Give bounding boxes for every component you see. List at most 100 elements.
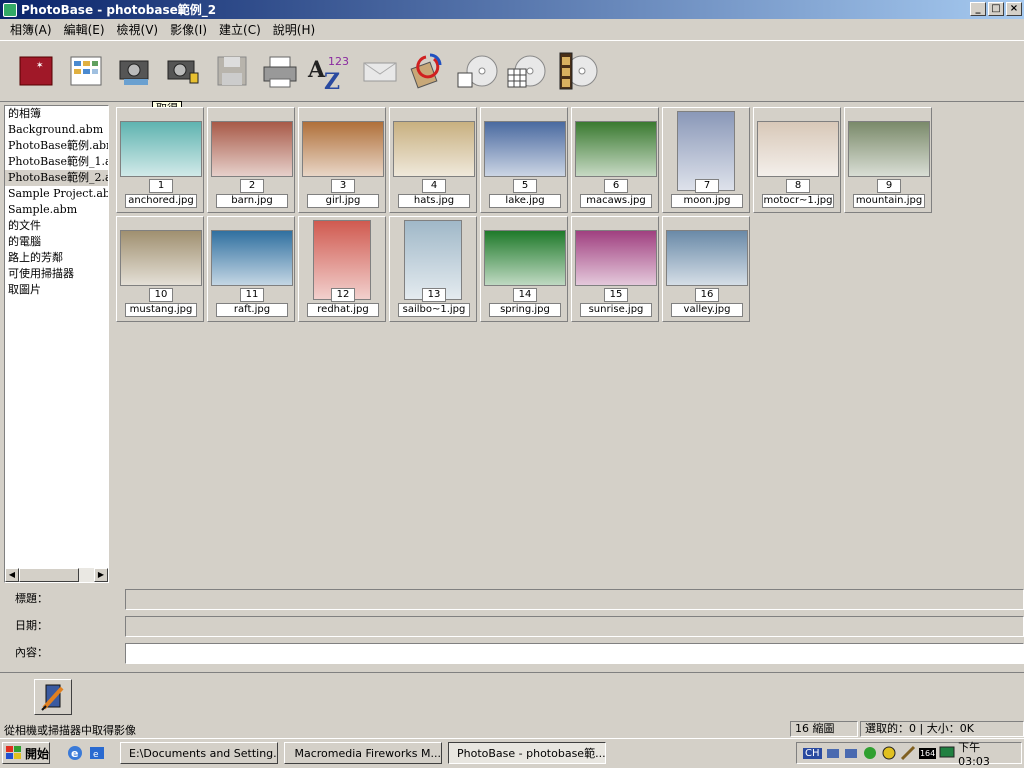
thumbnail-number: 10	[149, 288, 173, 302]
tree-item-network[interactable]: 路上的芳鄰	[5, 250, 108, 266]
thumbnail-cell[interactable]: 2 barn.jpg	[207, 107, 295, 213]
thumbnail-cell[interactable]: 9 mountain.jpg	[844, 107, 932, 213]
thumbnail-image[interactable]	[120, 230, 202, 286]
save-disk-icon[interactable]	[210, 49, 254, 93]
task-explorer[interactable]: E:\Documents and Setting...	[120, 742, 278, 764]
tree-item-photobase-sample-1[interactable]: PhotoBase範例_1.ab	[5, 154, 108, 170]
thumbnail-number: 15	[604, 288, 628, 302]
thumbnail-cell[interactable]: 15 sunrise.jpg	[571, 216, 659, 322]
tree-item-scanner[interactable]: 可使用掃描器	[5, 266, 108, 282]
tray-number[interactable]: 164	[918, 747, 937, 759]
menu-edit[interactable]: 編輯(E)	[58, 21, 111, 38]
menu-view[interactable]: 檢視(V)	[111, 21, 165, 38]
thumbnail-cell[interactable]: 16 valley.jpg	[662, 216, 750, 322]
network-icon[interactable]	[825, 745, 841, 761]
thumbnail-image[interactable]	[211, 230, 293, 286]
thumbnail-cell[interactable]: 1 anchored.jpg	[116, 107, 204, 213]
task-fireworks[interactable]: Macromedia Fireworks M...	[284, 742, 442, 764]
thumbnail-image[interactable]	[302, 121, 384, 177]
thumbnail-number: 11	[240, 288, 264, 302]
tree-item-photobase-sample-2[interactable]: PhotoBase範例_2.ab	[5, 170, 108, 186]
thumbnail-filename: moon.jpg	[671, 194, 743, 208]
thumbnail-image[interactable]	[120, 121, 202, 177]
tree-item-my-documents[interactable]: 的文件	[5, 218, 108, 234]
close-button[interactable]: ×	[1006, 2, 1022, 16]
scroll-right-button[interactable]: ▶	[94, 568, 108, 582]
cd-calendar-icon[interactable]	[504, 49, 548, 93]
content-field[interactable]	[125, 643, 1024, 664]
camera-memory-icon[interactable]	[160, 49, 204, 93]
svg-text:e: e	[93, 750, 99, 760]
date-field[interactable]	[125, 616, 1024, 637]
cd-slides-icon[interactable]	[456, 49, 500, 93]
tree-item-get-pictures[interactable]: 取圖片	[5, 282, 108, 298]
minimize-button[interactable]: _	[970, 2, 986, 16]
rotate-icon[interactable]	[406, 49, 450, 93]
monitor-icon[interactable]	[939, 745, 955, 761]
tree-item-photobase-sample[interactable]: PhotoBase範例.abm	[5, 138, 108, 154]
task-photobase[interactable]: PhotoBase - photobase範...	[448, 742, 606, 764]
acquire-camera-icon[interactable]	[112, 49, 156, 93]
network2-icon[interactable]	[843, 745, 859, 761]
thumbnail-filename: girl.jpg	[307, 194, 379, 208]
status-icon[interactable]	[862, 745, 878, 761]
task-explorer-label: E:\Documents and Setting...	[129, 746, 278, 760]
menu-image[interactable]: 影像(I)	[164, 21, 213, 38]
thumbnail-image[interactable]	[393, 121, 475, 177]
edit-pencil-button[interactable]	[34, 679, 72, 715]
svg-text:123: 123	[328, 55, 349, 68]
tree-scrollbar[interactable]: ◀ ▶	[5, 568, 108, 582]
thumbnail-image[interactable]	[848, 121, 930, 177]
tree-item-my-computer[interactable]: 的電腦	[5, 234, 108, 250]
scroll-thumb[interactable]	[19, 568, 79, 582]
thumbnail-cell[interactable]: 8 motocr~1.jpg	[753, 107, 841, 213]
thumbnail-image[interactable]	[484, 230, 566, 286]
ie-icon[interactable]: e	[66, 744, 84, 762]
thumbnail-cell[interactable]: 14 spring.jpg	[480, 216, 568, 322]
thumbnail-cell[interactable]: 11 raft.jpg	[207, 216, 295, 322]
thumbnail-image[interactable]	[666, 230, 748, 286]
thumbnail-image[interactable]	[211, 121, 293, 177]
album-tree[interactable]: 的相簿 Background.abm PhotoBase範例.abm Photo…	[4, 105, 109, 583]
thumbnail-filename: hats.jpg	[398, 194, 470, 208]
app-icon	[3, 2, 17, 17]
menu-album[interactable]: 相簿(A)	[4, 21, 58, 38]
language-indicator[interactable]: CH	[803, 747, 822, 759]
calendar-icon[interactable]	[64, 49, 108, 93]
scroll-track[interactable]	[79, 568, 94, 582]
tree-item-sample[interactable]: Sample.abm	[5, 202, 108, 218]
album-icon[interactable]: ✶	[14, 49, 58, 93]
tree-item-my-albums[interactable]: 的相簿	[5, 106, 108, 122]
scroll-left-button[interactable]: ◀	[5, 568, 19, 582]
menu-create[interactable]: 建立(C)	[213, 21, 267, 38]
start-button[interactable]: 開始	[2, 742, 50, 764]
thumbnail-image[interactable]	[575, 121, 657, 177]
outlook-icon[interactable]: e	[88, 744, 106, 762]
taskbar: 開始 e e E:\Documents and Setting... Macro…	[0, 738, 1024, 768]
thumbnail-cell[interactable]: 13 sailbo~1.jpg	[389, 216, 477, 322]
thumbnail-cell[interactable]: 6 macaws.jpg	[571, 107, 659, 213]
antivirus-icon[interactable]	[881, 745, 897, 761]
tree-item-sample-project[interactable]: Sample Project.abm	[5, 186, 108, 202]
print-icon[interactable]	[258, 49, 302, 93]
thumbnail-cell[interactable]: 12 redhat.jpg	[298, 216, 386, 322]
sort-az-icon[interactable]: A Z 123	[306, 49, 350, 93]
email-icon[interactable]	[358, 49, 402, 93]
cd-film-icon[interactable]	[554, 49, 598, 93]
menu-help[interactable]: 說明(H)	[267, 21, 321, 38]
thumbnail-cell[interactable]: 3 girl.jpg	[298, 107, 386, 213]
tool-icon[interactable]	[900, 745, 916, 761]
thumbnail-number: 12	[331, 288, 355, 302]
thumbnail-image[interactable]	[484, 121, 566, 177]
thumbnail-filename: lake.jpg	[489, 194, 561, 208]
thumbnail-cell[interactable]: 4 hats.jpg	[389, 107, 477, 213]
maximize-button[interactable]: □	[988, 2, 1004, 16]
thumbnail-cell[interactable]: 7 moon.jpg	[662, 107, 750, 213]
thumbnail-cell[interactable]: 5 lake.jpg	[480, 107, 568, 213]
title-field[interactable]	[125, 589, 1024, 610]
thumbnail-image[interactable]	[575, 230, 657, 286]
tree-item-background[interactable]: Background.abm	[5, 122, 108, 138]
thumbnail-cell[interactable]: 10 mustang.jpg	[116, 216, 204, 322]
thumbnail-image[interactable]	[757, 121, 839, 177]
status-bar: 從相機或掃描器中取得影像 16 縮圖 選取的：0 | 大小：0K	[0, 721, 1024, 738]
